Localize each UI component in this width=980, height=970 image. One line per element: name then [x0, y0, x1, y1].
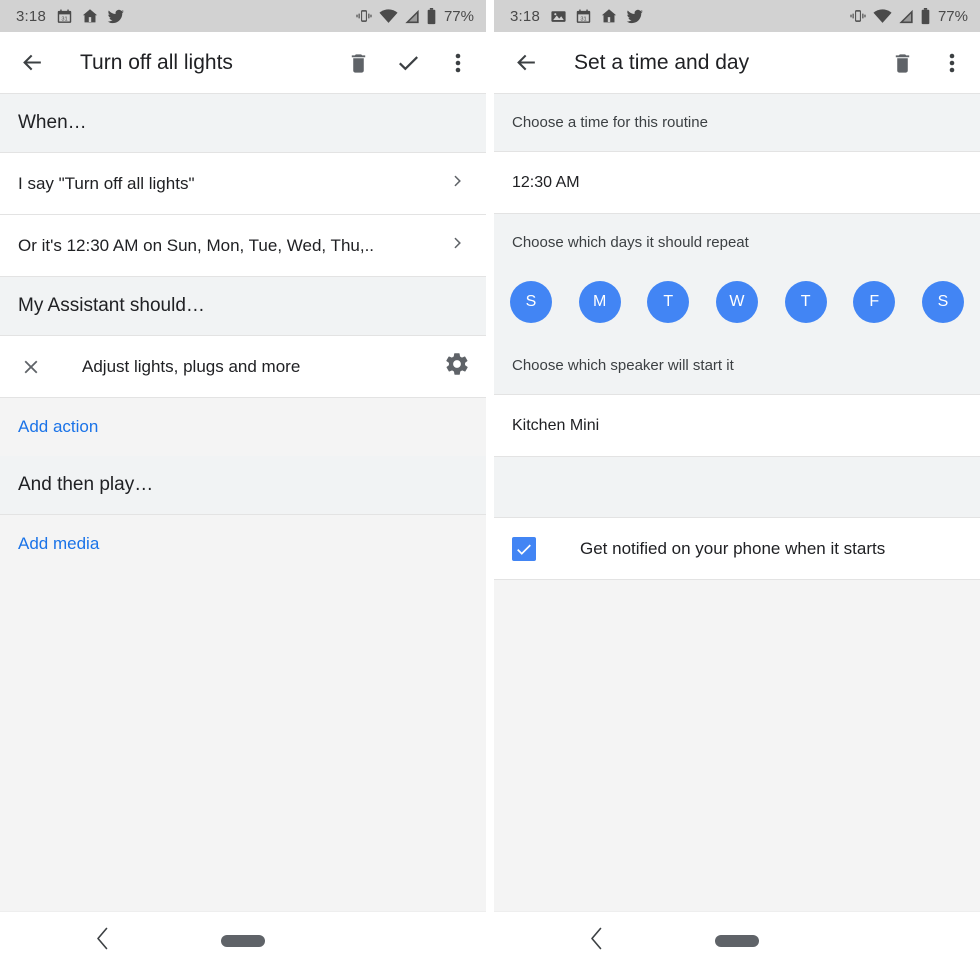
row-time-trigger-label: Or it's 12:30 AM on Sun, Mon, Tue, Wed, …: [18, 235, 375, 255]
image-icon: [550, 8, 567, 25]
chevron-right-icon: [448, 171, 468, 196]
close-icon[interactable]: [18, 354, 44, 380]
right-status-bar: 3:18 31 77%: [494, 0, 980, 32]
status-time: 3:18: [510, 7, 540, 25]
right-navigation-bar: [494, 911, 980, 970]
nav-back-icon[interactable]: [590, 927, 603, 955]
delete-icon[interactable]: [344, 49, 372, 77]
calendar-icon: 31: [575, 8, 592, 25]
notify-checkbox[interactable]: [512, 536, 536, 561]
section-header-assistant: My Assistant should…: [0, 277, 486, 336]
right-app-bar-actions: [888, 49, 966, 77]
check-icon[interactable]: [394, 49, 422, 77]
add-action-label: Add action: [18, 417, 99, 436]
gear-icon[interactable]: [444, 351, 470, 382]
row-voice-trigger-label: I say "Turn off all lights": [18, 173, 195, 193]
notify-label: Get notified on your phone when it start…: [580, 538, 886, 558]
section-header-speaker: Choose which speaker will start it: [494, 337, 980, 395]
status-notification-icons: 31: [56, 7, 125, 25]
left-app-bar-actions: [344, 49, 472, 77]
right-phone-screen: 3:18 31 77% Set a time and day Choose a …: [494, 0, 980, 970]
signal-icon: [404, 9, 420, 24]
vibrate-icon: [355, 8, 373, 24]
wifi-icon: [873, 8, 892, 24]
section-header-play: And then play…: [0, 456, 486, 515]
chevron-right-icon: [448, 233, 468, 258]
page-title: Turn off all lights: [80, 50, 233, 74]
right-app-bar: Set a time and day: [494, 32, 980, 94]
svg-text:31: 31: [580, 16, 586, 22]
day-toggle-wednesday[interactable]: W: [715, 281, 758, 323]
vibrate-icon: [849, 8, 867, 24]
svg-text:31: 31: [61, 16, 67, 22]
arrow-back-icon[interactable]: [18, 49, 46, 77]
left-status-bar: 3:18 31 77%: [0, 0, 486, 32]
page-title: Set a time and day: [574, 50, 750, 74]
day-toggle-saturday[interactable]: S: [921, 281, 964, 323]
dual-screenshot: 3:18 31 77% Turn off all lights When… I …: [0, 0, 980, 970]
nav-back-icon[interactable]: [96, 927, 109, 955]
row-action-label: Adjust lights, plugs and more: [82, 356, 301, 376]
add-media-label: Add media: [18, 534, 100, 553]
row-voice-trigger[interactable]: I say "Turn off all lights": [0, 153, 486, 215]
left-content: When… I say "Turn off all lights" Or it'…: [0, 94, 486, 911]
day-toggle-friday[interactable]: F: [853, 281, 896, 323]
day-toggle-tuesday[interactable]: T: [647, 281, 690, 323]
row-time-trigger[interactable]: Or it's 12:30 AM on Sun, Mon, Tue, Wed, …: [0, 215, 486, 277]
nav-home-pill[interactable]: [715, 935, 759, 947]
row-time-value[interactable]: 12:30 AM: [494, 152, 980, 214]
right-content: Choose a time for this routine 12:30 AM …: [494, 94, 980, 911]
row-speaker-value[interactable]: Kitchen Mini: [494, 395, 980, 457]
left-phone-screen: 3:18 31 77% Turn off all lights When… I …: [0, 0, 486, 970]
section-header-days-label: Choose which days it should repeat: [512, 234, 749, 251]
status-system-icons: 77%: [849, 7, 968, 25]
day-toggle-thursday[interactable]: T: [784, 281, 827, 323]
day-selector: S M T W T F S: [494, 271, 980, 337]
row-time-value-label: 12:30 AM: [512, 173, 580, 191]
day-toggle-monday[interactable]: M: [578, 281, 621, 323]
row-notify[interactable]: Get notified on your phone when it start…: [494, 518, 980, 580]
calendar-icon: 31: [56, 8, 73, 25]
status-notification-icons: 31: [550, 7, 644, 25]
row-action-adjust-lights[interactable]: Adjust lights, plugs and more: [0, 336, 486, 398]
day-toggle-sunday[interactable]: S: [510, 281, 552, 323]
delete-icon[interactable]: [888, 49, 916, 77]
empty-section-spacer: [494, 457, 980, 518]
battery-percent: 77%: [937, 7, 968, 25]
section-header-days: Choose which days it should repeat: [494, 214, 980, 271]
add-action-button[interactable]: Add action: [0, 398, 486, 456]
arrow-back-icon[interactable]: [512, 49, 540, 77]
home-icon: [81, 7, 99, 25]
battery-icon: [920, 7, 931, 25]
status-time: 3:18: [16, 7, 46, 25]
wifi-icon: [379, 8, 398, 24]
row-speaker-value-label: Kitchen Mini: [512, 416, 600, 434]
battery-icon: [426, 7, 437, 25]
section-header-when: When…: [0, 94, 486, 153]
overflow-icon[interactable]: [444, 49, 472, 77]
add-media-button[interactable]: Add media: [0, 515, 486, 573]
twitter-icon: [626, 7, 644, 25]
nav-home-pill[interactable]: [221, 935, 265, 947]
left-app-bar: Turn off all lights: [0, 32, 486, 94]
twitter-icon: [107, 7, 125, 25]
home-icon: [600, 7, 618, 25]
status-system-icons: 77%: [355, 7, 474, 25]
battery-percent: 77%: [443, 7, 474, 25]
left-navigation-bar: [0, 911, 486, 970]
signal-icon: [898, 9, 914, 24]
section-header-time: Choose a time for this routine: [494, 94, 980, 152]
overflow-icon[interactable]: [938, 49, 966, 77]
